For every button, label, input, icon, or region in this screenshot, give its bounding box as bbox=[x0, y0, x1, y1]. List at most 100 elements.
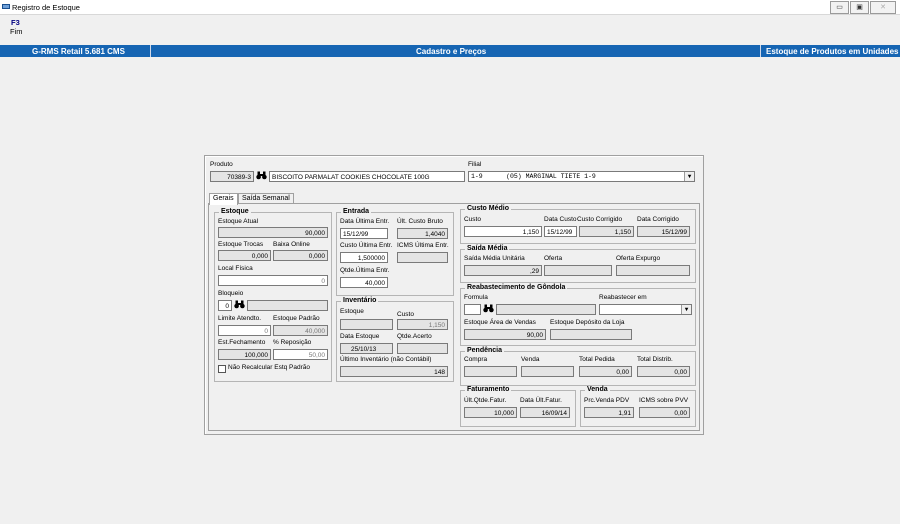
total-distrib-label: Total Distrib. bbox=[637, 356, 673, 363]
custo-medio-title: Custo Médio bbox=[465, 205, 511, 212]
reabastecimento-title: Reabastecimento de Gôndola bbox=[465, 284, 568, 291]
oferta-label: Oferta bbox=[544, 255, 563, 262]
icms-pvv-label: ICMS sobre PVV bbox=[639, 397, 689, 404]
qtde-ultima-entr-field[interactable]: 40,000 bbox=[340, 277, 388, 288]
estoque-padrao-field: 40,000 bbox=[273, 325, 328, 336]
custo-bruto-field: 1,4040 bbox=[397, 228, 448, 239]
bloqueio-field[interactable]: 0 bbox=[218, 300, 232, 311]
formula-label: Formula bbox=[464, 294, 488, 301]
inventario-custo-label: Custo bbox=[397, 311, 414, 318]
custo-ultima-entr-field[interactable]: 1,500000 bbox=[340, 252, 388, 263]
screen-name: Estoque de Produtos em Unidades bbox=[766, 47, 899, 56]
reabastecer-em-select[interactable]: ▼ bbox=[599, 304, 692, 315]
produto-code-field[interactable]: 70389-3 bbox=[210, 171, 254, 182]
estoque-deposito-label: Estoque Depósito da Loja bbox=[550, 319, 625, 326]
oferta-expurgo-label: Oferta Expurgo bbox=[616, 255, 661, 262]
faturamento-title: Faturamento bbox=[465, 386, 512, 393]
baixa-online-label: Baixa Online bbox=[273, 241, 310, 248]
ult-qtde-fatur-field: 10,000 bbox=[464, 407, 517, 418]
ult-qtde-fatur-label: Últ.Qtde.Fatur. bbox=[464, 397, 507, 404]
estoque-atual-field: 90,000 bbox=[218, 227, 328, 238]
saida-unitaria-label: Saída Média Unitária bbox=[464, 255, 525, 262]
compra-field bbox=[464, 366, 517, 377]
qtde-acerto-field bbox=[397, 343, 448, 354]
estoque-padrao-label: Estoque Padrão bbox=[273, 315, 320, 322]
bloqueio-description-field bbox=[247, 300, 328, 311]
inventario-title: Inventário bbox=[341, 297, 379, 304]
saida-media-title: Saída Média bbox=[465, 245, 510, 252]
tab-gerais[interactable]: Gerais bbox=[209, 193, 238, 205]
close-button[interactable]: ✕ bbox=[870, 1, 896, 14]
minimize-button[interactable]: ▭ bbox=[830, 1, 849, 14]
title-bar: Registro de Estoque ▭ ▣ ✕ bbox=[0, 0, 900, 15]
local-fisica-label: Local Física bbox=[218, 265, 253, 272]
bloqueio-label: Bloqueio bbox=[218, 290, 244, 297]
pendencia-title: Pendência bbox=[465, 347, 505, 354]
module-name: Cadastro e Preços bbox=[416, 47, 487, 56]
filial-value: 1-9 (05) MARGINAL TIETE 1-9 bbox=[471, 173, 596, 180]
window-title: Registro de Estoque bbox=[12, 3, 80, 12]
local-fisica-field[interactable]: 0 bbox=[218, 275, 328, 286]
data-custo-label: Data Custo bbox=[544, 216, 577, 223]
menu-shortcut-key: F3 bbox=[11, 18, 20, 27]
custo-medio-field[interactable]: 1,150 bbox=[464, 226, 542, 237]
limite-atendto-label: Limite Atendto. bbox=[218, 315, 261, 322]
chevron-down-icon[interactable]: ▼ bbox=[681, 305, 691, 314]
reposicao-label: % Reposição bbox=[273, 339, 312, 346]
venda-title: Venda bbox=[585, 386, 610, 393]
filial-label: Filial bbox=[468, 161, 482, 168]
custo-medio-group: Custo Médio Custo Data Custo Custo Corri… bbox=[460, 205, 696, 244]
venda-label: Venda bbox=[521, 356, 540, 363]
menu-label: Fim bbox=[10, 27, 23, 36]
ultimo-inventario-label: Último Inventário (não Contábil) bbox=[340, 356, 432, 363]
total-distrib-field: 0,00 bbox=[637, 366, 690, 377]
data-ultima-entr-field[interactable]: 15/12/99 bbox=[340, 228, 388, 239]
inventario-estoque-field bbox=[340, 319, 393, 330]
baixa-online-field: 0,000 bbox=[273, 250, 328, 261]
binoculars-icon[interactable] bbox=[256, 171, 267, 181]
estoque-title: Estoque bbox=[219, 208, 251, 215]
limite-atendto-field[interactable]: 0 bbox=[218, 325, 271, 336]
venda-group: Venda Prc.Venda PDV ICMS sobre PVV 1,91 … bbox=[580, 386, 696, 427]
binoculars-icon[interactable] bbox=[234, 300, 245, 310]
formula-field[interactable] bbox=[464, 304, 481, 315]
tab-panel-gerais: Estoque Estoque Atual 90,000 Estoque Tro… bbox=[208, 203, 700, 431]
data-corrigido-field: 15/12/99 bbox=[637, 226, 690, 237]
venda-field bbox=[521, 366, 574, 377]
module-header: G-RMS Retail 5.681 CMS Cadastro e Preços… bbox=[0, 45, 900, 57]
custo-medio-custo-label: Custo bbox=[464, 216, 481, 223]
estoque-area-vendas-label: Estoque Área de Vendas bbox=[464, 319, 536, 326]
total-pedida-field: 0,00 bbox=[579, 366, 632, 377]
custo-bruto-label: Últ. Custo Bruto bbox=[397, 218, 443, 225]
maximize-button[interactable]: ▣ bbox=[850, 1, 869, 14]
icms-ultima-entr-label: ICMS Última Entr. bbox=[397, 242, 449, 249]
data-ult-fatur-field: 16/09/14 bbox=[520, 407, 570, 418]
formula-description-field bbox=[496, 304, 596, 315]
recalcular-checkbox[interactable] bbox=[218, 365, 226, 373]
reposicao-field[interactable]: 50,00 bbox=[273, 349, 328, 360]
filial-select[interactable]: 1-9 (05) MARGINAL TIETE 1-9 ▼ bbox=[468, 171, 695, 182]
data-ult-fatur-label: Data Últ.Fatur. bbox=[520, 397, 562, 404]
estoque-trocas-label: Estoque Trocas bbox=[218, 241, 264, 248]
ultimo-inventario-field: 148 bbox=[340, 366, 448, 377]
produto-description-field[interactable]: BISCOITO PARMALAT COOKIES CHOCOLATE 100G bbox=[269, 171, 465, 182]
menu-fim[interactable]: F3 Fim bbox=[10, 18, 23, 36]
registro-estoque-panel: Produto 70389-3 BISCOITO PARMALAT COOKIE… bbox=[204, 155, 704, 435]
produto-label: Produto bbox=[210, 161, 233, 168]
inventario-estoque-label: Estoque bbox=[340, 308, 364, 315]
data-custo-field[interactable]: 15/12/99 bbox=[544, 226, 577, 237]
est-fechamento-label: Est.Fechamento bbox=[218, 339, 266, 346]
entrada-group: Entrada Data Última Entr. Últ. Custo Bru… bbox=[336, 208, 454, 296]
app-icon bbox=[2, 4, 10, 9]
data-estoque-label: Data Estoque bbox=[340, 333, 380, 340]
binoculars-icon[interactable] bbox=[483, 304, 494, 314]
inventario-group: Inventário Estoque Custo 1,150 Data Esto… bbox=[336, 297, 454, 382]
reabastecer-em-label: Reabastecer em bbox=[599, 294, 647, 301]
qtde-acerto-label: Qtde.Acerto bbox=[397, 333, 432, 340]
saida-media-group: Saída Média Saída Média Unitária Oferta … bbox=[460, 245, 696, 283]
estoque-trocas-field: 0,000 bbox=[218, 250, 271, 261]
estoque-group: Estoque Estoque Atual 90,000 Estoque Tro… bbox=[214, 208, 332, 382]
data-corrigido-label: Data Corrigido bbox=[637, 216, 679, 223]
compra-label: Compra bbox=[464, 356, 488, 363]
chevron-down-icon[interactable]: ▼ bbox=[684, 172, 694, 181]
